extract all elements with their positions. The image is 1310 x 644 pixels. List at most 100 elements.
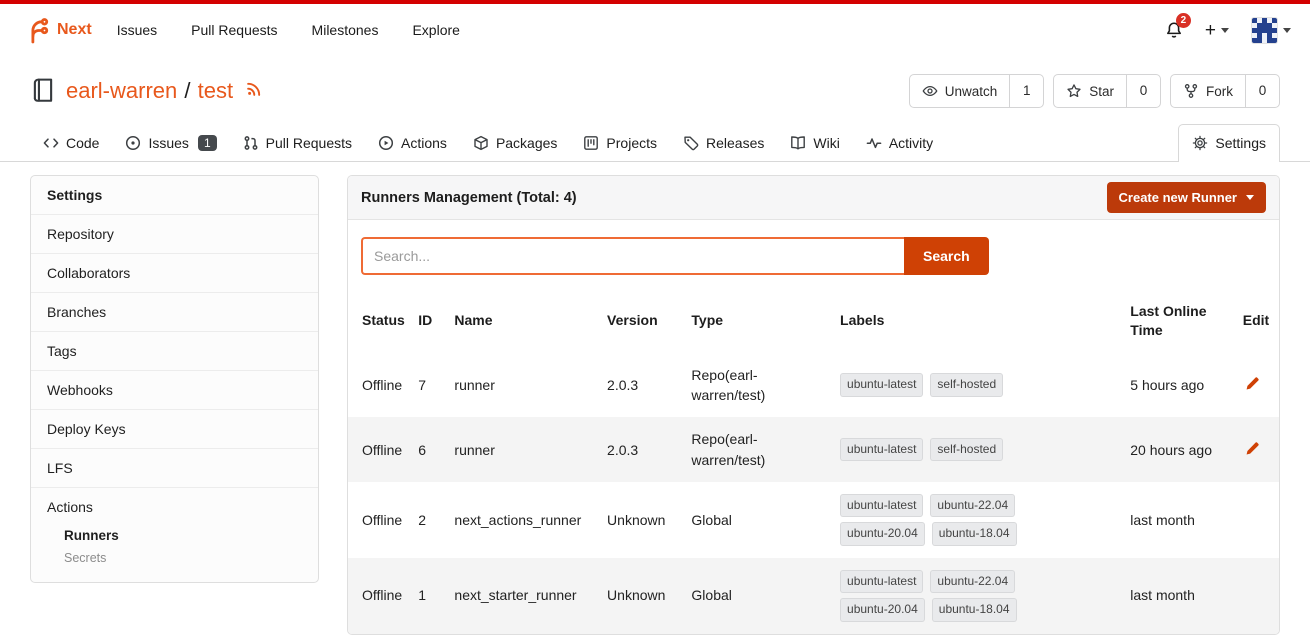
home-logo-link[interactable]: Next [14, 16, 100, 45]
nav-milestones[interactable]: Milestones [295, 22, 396, 38]
sidebar-item-actions[interactable]: Actions [47, 499, 302, 515]
repo-separator: / [184, 78, 190, 103]
edit-runner-button[interactable] [1243, 439, 1262, 458]
pencil-icon [1245, 376, 1260, 391]
runner-last-online: last month [1122, 558, 1234, 634]
top-navbar: Next Issues Pull Requests Milestones Exp… [0, 4, 1310, 56]
repo-header: earl-warren / test Unwatch 1 Star [0, 56, 1310, 118]
tab-settings[interactable]: Settings [1178, 124, 1280, 162]
fork-button-group: Fork 0 [1170, 74, 1280, 108]
runner-name: next_actions_runner [446, 482, 599, 558]
runner-version: Unknown [599, 558, 683, 634]
runner-version: Unknown [599, 482, 683, 558]
fork-button[interactable]: Fork [1171, 75, 1245, 107]
tab-activity[interactable]: Activity [853, 125, 946, 161]
fork-label: Fork [1206, 84, 1233, 99]
pencil-icon [1245, 441, 1260, 456]
col-name: Name [446, 289, 599, 353]
settings-sidebar: Settings Repository Collaborators Branch… [30, 175, 319, 583]
col-labels: Labels [832, 289, 1122, 353]
col-status: Status [348, 289, 410, 353]
tab-label: Packages [496, 135, 557, 151]
runner-status: Offline [348, 353, 410, 418]
search-input[interactable] [361, 237, 904, 275]
user-menu[interactable] [1246, 13, 1296, 48]
runners-panel-header: Runners Management (Total: 4) Create new… [348, 176, 1279, 220]
sidebar-item-tags[interactable]: Tags [31, 331, 318, 370]
runner-version: 2.0.3 [599, 417, 683, 482]
create-runner-label: Create new Runner [1119, 190, 1237, 205]
sidebar-item-runners[interactable]: Runners [47, 524, 302, 547]
table-row: Offline 2 next_actions_runner Unknown Gl… [348, 482, 1279, 558]
col-type: Type [683, 289, 832, 353]
unwatch-button[interactable]: Unwatch [910, 75, 1010, 107]
runner-name: next_starter_runner [446, 558, 599, 634]
runner-status: Offline [348, 558, 410, 634]
sidebar-item-lfs[interactable]: LFS [31, 448, 318, 487]
nav-pull-requests[interactable]: Pull Requests [174, 22, 294, 38]
table-row: Offline 1 next_starter_runner Unknown Gl… [348, 558, 1279, 634]
sidebar-item-webhooks[interactable]: Webhooks [31, 370, 318, 409]
tab-releases[interactable]: Releases [670, 125, 777, 161]
runner-name: runner [446, 353, 599, 418]
repo-actions: Unwatch 1 Star 0 Fork 0 [909, 74, 1280, 108]
play-circle-icon [378, 135, 394, 151]
pulse-icon [866, 135, 882, 151]
tab-label: Releases [706, 135, 764, 151]
runner-labels: ubuntu-latest ubuntu-22.04 ubuntu-20.04 … [840, 494, 1048, 546]
edit-runner-button[interactable] [1243, 374, 1262, 393]
search-button[interactable]: Search [904, 237, 989, 275]
issue-icon [125, 135, 141, 151]
sidebar-item-branches[interactable]: Branches [31, 292, 318, 331]
tab-label: Wiki [813, 135, 839, 151]
repo-owner-link[interactable]: earl-warren [66, 78, 177, 103]
repo-title: earl-warren / test [30, 78, 263, 104]
tab-code[interactable]: Code [30, 125, 112, 161]
repo-name-link[interactable]: test [198, 78, 233, 103]
tab-projects[interactable]: Projects [570, 125, 670, 161]
label-pill: ubuntu-latest [840, 570, 923, 593]
runner-type: Repo(earl-warren/test) [691, 429, 819, 470]
pull-request-icon [243, 135, 259, 151]
runner-status: Offline [348, 417, 410, 482]
runner-last-online: 5 hours ago [1122, 353, 1234, 418]
star-button[interactable]: Star [1054, 75, 1126, 107]
caret-down-icon [1246, 195, 1254, 200]
nav-explore[interactable]: Explore [395, 22, 476, 38]
notification-count-badge: 2 [1176, 13, 1191, 28]
forks-count[interactable]: 0 [1245, 75, 1279, 107]
tab-pull-requests[interactable]: Pull Requests [230, 125, 365, 161]
star-label: Star [1089, 84, 1114, 99]
sidebar-item-repository[interactable]: Repository [31, 214, 318, 253]
tab-actions[interactable]: Actions [365, 125, 460, 161]
sidebar-header: Settings [31, 176, 318, 214]
runner-labels: ubuntu-latest ubuntu-22.04 ubuntu-20.04 … [840, 570, 1048, 622]
label-pill: ubuntu-20.04 [840, 598, 925, 621]
issues-count-badge: 1 [198, 135, 217, 151]
tab-wiki[interactable]: Wiki [777, 125, 852, 161]
sidebar-item-secrets[interactable]: Secrets [47, 547, 302, 569]
sidebar-item-collaborators[interactable]: Collaborators [31, 253, 318, 292]
watchers-count[interactable]: 1 [1009, 75, 1043, 107]
sidebar-item-deploy-keys[interactable]: Deploy Keys [31, 409, 318, 448]
forgejo-logo-icon [22, 16, 51, 45]
code-icon [43, 135, 59, 151]
col-id: ID [410, 289, 446, 353]
notifications-button[interactable]: 2 [1160, 17, 1188, 43]
tab-issues[interactable]: Issues 1 [112, 125, 229, 161]
book-icon [790, 135, 806, 151]
label-pill: ubuntu-latest [840, 438, 923, 461]
nav-issues[interactable]: Issues [100, 22, 174, 38]
unwatch-label: Unwatch [945, 84, 998, 99]
runner-id: 6 [410, 417, 446, 482]
label-pill: ubuntu-latest [840, 373, 923, 396]
rss-feed-icon[interactable] [246, 80, 263, 97]
create-runner-button[interactable]: Create new Runner [1107, 182, 1266, 213]
runner-id: 2 [410, 482, 446, 558]
create-new-menu[interactable]: + [1200, 17, 1234, 44]
tab-packages[interactable]: Packages [460, 125, 570, 161]
stars-count[interactable]: 0 [1126, 75, 1160, 107]
runners-panel: Runners Management (Total: 4) Create new… [347, 175, 1280, 635]
sidebar-group-actions: Actions Runners Secrets [31, 487, 318, 582]
label-pill: ubuntu-18.04 [932, 598, 1017, 621]
